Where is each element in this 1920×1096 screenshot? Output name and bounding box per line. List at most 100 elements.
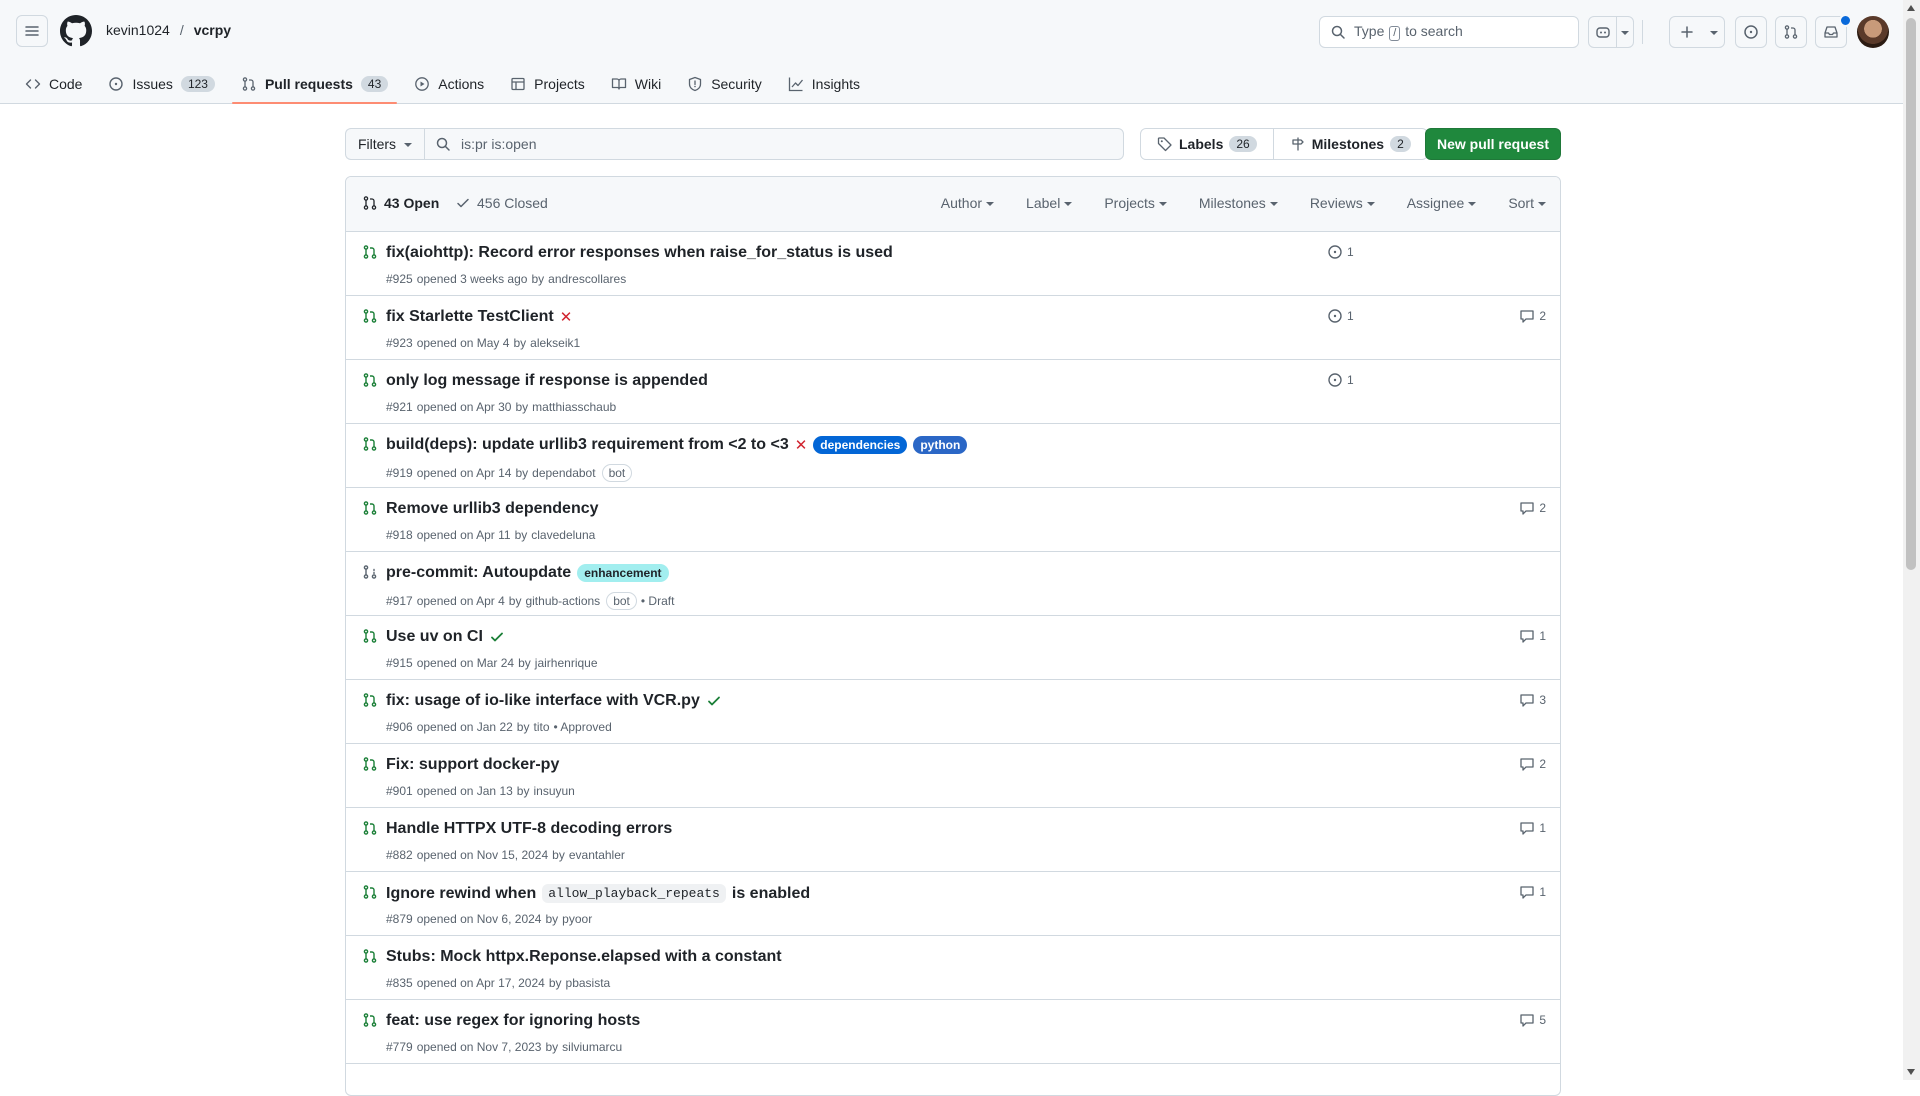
tab-insights[interactable]: Insights bbox=[779, 68, 869, 99]
pr-title-link[interactable]: Remove urllib3 dependency bbox=[386, 500, 599, 518]
github-logo-icon[interactable] bbox=[60, 15, 92, 47]
comment-count[interactable]: 2 bbox=[1519, 500, 1546, 516]
issue-icon bbox=[1327, 372, 1343, 388]
x-icon[interactable]: ✕ bbox=[795, 436, 808, 454]
comment-count[interactable]: 5 bbox=[1519, 1012, 1546, 1028]
open-pull-request-icon bbox=[362, 628, 378, 644]
pr-author-link[interactable]: pbasista bbox=[566, 976, 611, 990]
pr-title-link[interactable]: pre-commit: Autoupdate enhancement bbox=[386, 564, 669, 582]
pr-title-link[interactable]: fix(aiohttp): Record error responses whe… bbox=[386, 244, 893, 262]
pr-title-link[interactable]: fix Starlette TestClient ✕ bbox=[386, 308, 572, 326]
open-filter-link[interactable]: 43 Open bbox=[362, 195, 439, 211]
pr-title-link[interactable]: fix: usage of io-like interface with VCR… bbox=[386, 692, 722, 710]
x-icon[interactable]: ✕ bbox=[560, 308, 573, 326]
pr-author-link[interactable]: github-actions bbox=[525, 594, 600, 608]
user-avatar[interactable] bbox=[1857, 16, 1889, 48]
linked-issues[interactable]: 1 bbox=[1327, 372, 1354, 388]
label-filter[interactable]: Label bbox=[1026, 195, 1073, 211]
pr-meta: #779 opened on Nov 7, 2023 by silviumarc… bbox=[386, 1040, 622, 1054]
pr-author-link[interactable]: alekseik1 bbox=[530, 336, 580, 350]
notification-dot bbox=[1839, 14, 1852, 27]
comment-count[interactable]: 3 bbox=[1519, 692, 1546, 708]
tab-actions[interactable]: Actions bbox=[405, 68, 493, 99]
pr-title-link[interactable]: Stubs: Mock httpx.Reponse.elapsed with a… bbox=[386, 948, 782, 966]
pr-title-link[interactable]: build(deps): update urllib3 requirement … bbox=[386, 436, 968, 454]
chevron-down-icon bbox=[1366, 202, 1375, 206]
pr-opened: opened on Mar 24 bbox=[416, 656, 515, 670]
label-badge[interactable]: dependencies bbox=[813, 436, 908, 454]
tab-issues[interactable]: Issues 123 bbox=[99, 68, 224, 99]
filters-dropdown-button[interactable]: Filters bbox=[345, 128, 424, 160]
author-filter[interactable]: Author bbox=[941, 195, 995, 211]
projects-filter[interactable]: Projects bbox=[1104, 195, 1167, 211]
check-icon[interactable] bbox=[706, 693, 722, 709]
pr-title-link[interactable]: Use uv on CI bbox=[386, 628, 505, 646]
pr-author-link[interactable]: insuyun bbox=[533, 784, 574, 798]
create-new-button[interactable] bbox=[1669, 16, 1725, 48]
linked-issues[interactable]: 1 bbox=[1327, 244, 1354, 260]
pr-author-link[interactable]: clavedeluna bbox=[531, 528, 595, 542]
pr-opened: opened on Apr 4 bbox=[416, 594, 505, 608]
assignee-filter[interactable]: Assignee bbox=[1407, 195, 1477, 211]
scrollbar-thumb[interactable] bbox=[1906, 18, 1916, 570]
reviews-filter[interactable]: Reviews bbox=[1310, 195, 1375, 211]
labels-counter: 26 bbox=[1229, 136, 1257, 152]
tab-pull-requests[interactable]: Pull requests 43 bbox=[231, 68, 398, 104]
pr-title-link[interactable]: feat: use regex for ignoring hosts bbox=[386, 1012, 640, 1030]
labels-button[interactable]: Labels 26 bbox=[1140, 128, 1274, 160]
comment-count[interactable]: 1 bbox=[1519, 628, 1546, 644]
plus-icon[interactable] bbox=[1670, 17, 1704, 47]
create-chevron-down-icon[interactable] bbox=[1704, 17, 1724, 47]
tab-security[interactable]: Security bbox=[678, 68, 771, 99]
slash-key-hint: / bbox=[1389, 26, 1401, 41]
global-search-input[interactable]: Type / to search bbox=[1319, 16, 1579, 48]
pr-author-link[interactable]: jairhenrique bbox=[535, 656, 598, 670]
repo-link[interactable]: vcrpy bbox=[194, 22, 231, 38]
pr-author-link[interactable]: tito bbox=[533, 720, 549, 734]
linked-issues[interactable]: 1 bbox=[1327, 308, 1354, 324]
closed-filter-link[interactable]: 456 Closed bbox=[455, 195, 548, 211]
pull-request-icon bbox=[241, 76, 257, 92]
pr-title-link[interactable]: only log message if response is appended bbox=[386, 372, 708, 390]
milestones-button[interactable]: Milestones 2 bbox=[1273, 128, 1428, 160]
comment-count[interactable]: 2 bbox=[1519, 756, 1546, 772]
comment-count[interactable]: 1 bbox=[1519, 884, 1546, 900]
graph-icon bbox=[788, 76, 804, 92]
copilot-button[interactable] bbox=[1588, 16, 1634, 48]
filter-search-input[interactable]: is:pr is:open bbox=[424, 128, 1124, 160]
comment-count[interactable]: 2 bbox=[1519, 308, 1546, 324]
pull-requests-button[interactable] bbox=[1775, 16, 1807, 48]
pr-author-link[interactable]: silviumarcu bbox=[562, 1040, 622, 1054]
pr-title-link[interactable]: Fix: support docker-py bbox=[386, 756, 559, 774]
pr-number: #919 bbox=[386, 466, 413, 480]
pr-author-link[interactable]: evantahler bbox=[569, 848, 625, 862]
issues-button[interactable] bbox=[1735, 16, 1767, 48]
tab-code[interactable]: Code bbox=[16, 68, 91, 99]
copilot-icon[interactable] bbox=[1589, 17, 1616, 47]
comment-count[interactable]: 1 bbox=[1519, 820, 1546, 836]
menu-button[interactable] bbox=[16, 15, 48, 47]
label-badge[interactable]: enhancement bbox=[577, 564, 669, 582]
pr-opened: opened on Nov 15, 2024 bbox=[416, 848, 549, 862]
tab-projects[interactable]: Projects bbox=[501, 68, 594, 99]
pr-author-link[interactable]: pyoor bbox=[562, 912, 592, 926]
copilot-chevron-down-icon[interactable] bbox=[1616, 17, 1633, 47]
owner-link[interactable]: kevin1024 bbox=[106, 22, 170, 38]
new-pull-request-button[interactable]: New pull request bbox=[1425, 128, 1561, 160]
pr-author-link[interactable]: andrescollares bbox=[548, 272, 626, 286]
scroll-down-arrow-icon[interactable] bbox=[1907, 1069, 1915, 1075]
pr-author-link[interactable]: dependabot bbox=[532, 466, 595, 480]
sort-filter[interactable]: Sort bbox=[1508, 195, 1546, 211]
scroll-up-arrow-icon[interactable] bbox=[1907, 5, 1915, 11]
pr-title-link[interactable]: Handle HTTPX UTF-8 decoding errors bbox=[386, 820, 672, 838]
milestones-filter[interactable]: Milestones bbox=[1199, 195, 1278, 211]
check-icon[interactable] bbox=[489, 629, 505, 645]
page-scrollbar[interactable] bbox=[1903, 0, 1920, 1080]
pr-title-link[interactable]: Ignore rewind when allow_playback_repeats… bbox=[386, 884, 810, 903]
tab-wiki[interactable]: Wiki bbox=[602, 68, 670, 99]
label-badge[interactable]: python bbox=[913, 436, 968, 454]
shield-icon bbox=[687, 76, 703, 92]
pr-by: by bbox=[516, 720, 530, 734]
pr-author-link[interactable]: matthiasschaub bbox=[532, 400, 616, 414]
tab-projects-label: Projects bbox=[534, 75, 585, 92]
